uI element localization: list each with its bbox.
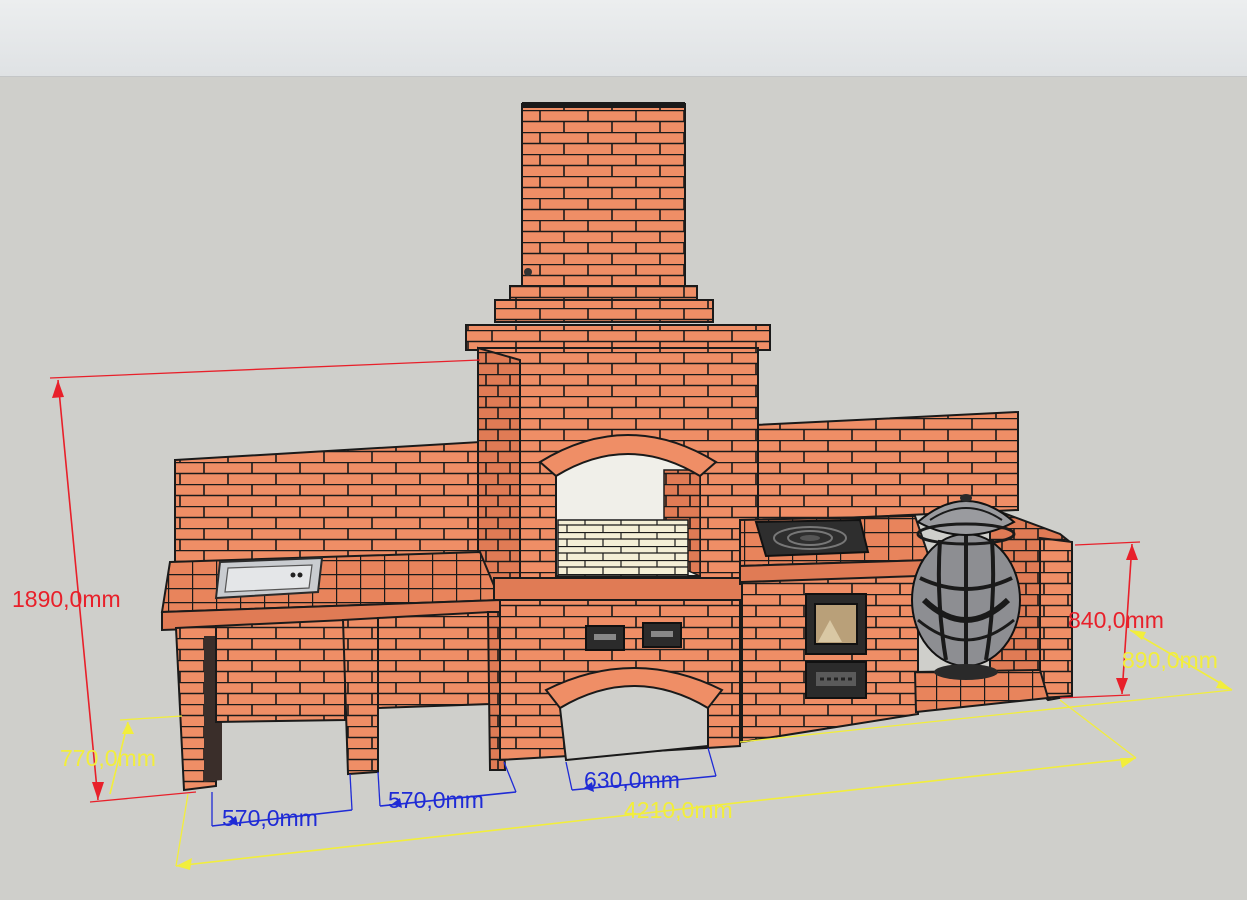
dim-label-right-depth: 890,0mm bbox=[1122, 647, 1218, 673]
oven-door[interactable] bbox=[805, 593, 867, 655]
center-base bbox=[493, 577, 746, 762]
dim-label-bay-left: 570,0mm bbox=[222, 805, 318, 831]
dim-label-total-height: 1890,0mm bbox=[12, 586, 121, 612]
sink[interactable] bbox=[214, 556, 324, 600]
model-viewport[interactable]: 1890,0mm 840,0mm 770,0mm 4210,0mm 890,0m… bbox=[0, 76, 1247, 900]
dim-label-total-length: 4210,0mm bbox=[624, 797, 733, 823]
dim-label-firebox-opening: 630,0mm bbox=[584, 767, 680, 793]
ash-vent-left[interactable] bbox=[585, 625, 625, 651]
dim-label-right-height: 840,0mm bbox=[1068, 607, 1164, 633]
dim-label-bay-middle: 570,0mm bbox=[388, 787, 484, 813]
toolbar-area bbox=[0, 0, 1247, 77]
dimension-counter-height: 770,0mm bbox=[60, 715, 183, 795]
ash-vent-right[interactable] bbox=[642, 622, 682, 648]
dimension-bay-left: 570,0mm bbox=[211, 773, 353, 831]
dimension-right-height: 840,0mm bbox=[1059, 541, 1164, 699]
dim-label-counter-height: 770,0mm bbox=[60, 745, 156, 771]
cooktop[interactable] bbox=[754, 518, 870, 558]
chimney bbox=[465, 102, 771, 351]
ash-door[interactable] bbox=[805, 661, 867, 699]
stove-block bbox=[739, 514, 932, 744]
grill-hearth bbox=[477, 346, 759, 583]
counter-wall-left bbox=[174, 440, 481, 572]
left-counter bbox=[160, 550, 507, 792]
